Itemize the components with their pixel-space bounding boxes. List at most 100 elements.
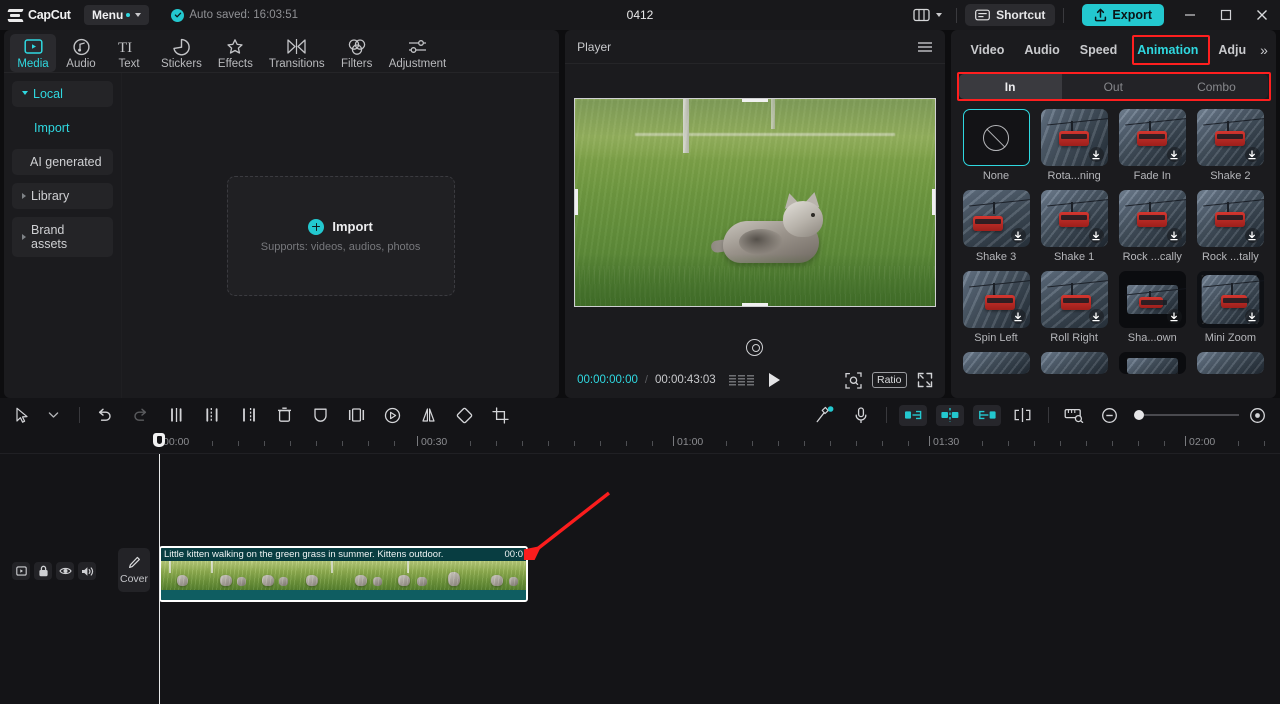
animation-item-rotate[interactable]: Rota...ning — [1040, 109, 1108, 182]
zoom-slider[interactable] — [1134, 410, 1239, 420]
select-cursor-icon[interactable] — [10, 403, 35, 428]
download-icon[interactable] — [1088, 228, 1104, 243]
segment-in[interactable]: In — [958, 74, 1062, 99]
sidebar-item-brand-assets[interactable]: Brand assets — [12, 217, 113, 257]
animation-item-rock-horizontally[interactable]: Rock ...tally — [1196, 190, 1264, 263]
zoom-in-icon[interactable] — [1245, 403, 1270, 428]
tab-stickers[interactable]: Stickers — [154, 34, 209, 72]
animation-item-roll-right[interactable]: Roll Right — [1040, 271, 1108, 344]
tab-transitions[interactable]: Transitions — [262, 34, 332, 72]
snap-center-icon[interactable] — [936, 404, 964, 426]
download-icon[interactable] — [1088, 309, 1104, 324]
rotate-shape-icon[interactable] — [452, 403, 477, 428]
animation-item-partial[interactable] — [1040, 352, 1108, 374]
animation-item-shake-1[interactable]: Shake 1 — [1040, 190, 1108, 263]
zoom-out-icon[interactable] — [1097, 403, 1122, 428]
ratio-button[interactable]: Ratio — [872, 372, 907, 388]
import-dropzone[interactable]: Import Supports: videos, audios, photos — [226, 175, 455, 296]
playhead-handle[interactable] — [153, 433, 165, 447]
animation-item-none[interactable]: None — [962, 109, 1030, 182]
animation-item-mini-zoom[interactable]: Mini Zoom — [1196, 271, 1264, 344]
animation-item-shake-2[interactable]: Shake 2 — [1196, 109, 1264, 182]
download-icon[interactable] — [1088, 147, 1104, 162]
quality-bars-icon[interactable] — [728, 374, 754, 386]
timeline-ruler[interactable]: 00:00 00:30 01:00 01:30 02:00 — [0, 432, 1280, 454]
tab-adjust[interactable]: Adju — [1208, 37, 1256, 63]
crop-handle-top[interactable] — [741, 98, 768, 102]
menu-button[interactable]: Menu — [84, 5, 150, 25]
play-icon[interactable] — [768, 373, 780, 387]
download-icon[interactable] — [1244, 147, 1260, 162]
cursor-dropdown-icon[interactable] — [41, 403, 66, 428]
download-icon[interactable] — [1166, 309, 1182, 324]
tab-audio[interactable]: Audio — [58, 34, 104, 72]
segment-combo[interactable]: Combo — [1165, 74, 1268, 99]
download-icon[interactable] — [1010, 309, 1026, 324]
keyframe-icon[interactable] — [380, 403, 405, 428]
layout-button[interactable] — [907, 4, 948, 26]
tab-effects[interactable]: Effects — [211, 34, 260, 72]
sidebar-item-ai-generated[interactable]: AI generated — [12, 149, 113, 175]
zoom-fit-icon[interactable] — [845, 371, 862, 389]
video-preview[interactable] — [573, 97, 936, 307]
microphone-icon[interactable] — [848, 403, 873, 428]
tab-text[interactable]: TI Text — [106, 34, 152, 72]
eye-icon[interactable] — [56, 562, 74, 580]
maximize-button[interactable] — [1208, 0, 1244, 30]
timeline[interactable]: 00:00 00:30 01:00 01:30 02:00 Cover Litt… — [0, 432, 1280, 704]
volume-icon[interactable] — [78, 562, 96, 580]
animation-item-rock-vertically[interactable]: Rock ...cally — [1118, 190, 1186, 263]
split-left-icon[interactable] — [164, 403, 189, 428]
split-center-icon[interactable] — [200, 403, 225, 428]
sidebar-item-library[interactable]: Library — [12, 183, 113, 209]
animation-item-partial[interactable] — [1118, 352, 1186, 374]
minimize-button[interactable] — [1172, 0, 1208, 30]
animation-item-fade-in[interactable]: Fade In — [1118, 109, 1186, 182]
download-icon[interactable] — [1010, 228, 1026, 243]
close-button[interactable] — [1244, 0, 1280, 30]
animation-item-shake-3[interactable]: Shake 3 — [962, 190, 1030, 263]
timeline-clip[interactable]: Little kitten walking on the green grass… — [159, 546, 528, 602]
tab-video[interactable]: Video — [961, 37, 1015, 63]
link-split-icon[interactable] — [1010, 403, 1035, 428]
crop-handle-right[interactable] — [931, 189, 935, 215]
delete-icon[interactable] — [272, 403, 297, 428]
rotate-handle-icon[interactable] — [746, 338, 764, 356]
crop-icon[interactable] — [488, 403, 513, 428]
zoom-slider-rail[interactable] — [1144, 414, 1239, 416]
lock-icon[interactable] — [34, 562, 52, 580]
download-icon[interactable] — [1166, 147, 1182, 162]
download-icon[interactable] — [1244, 309, 1260, 324]
crop-handle-bottom[interactable] — [741, 302, 768, 306]
snap-right-icon[interactable] — [973, 404, 1001, 426]
sidebar-item-import[interactable]: Import — [12, 115, 113, 141]
snap-left-icon[interactable] — [899, 404, 927, 426]
split-right-icon[interactable] — [236, 403, 261, 428]
mirror-icon[interactable] — [416, 403, 441, 428]
animation-item-partial[interactable] — [962, 352, 1030, 374]
tab-animation[interactable]: Animation — [1127, 37, 1208, 63]
preview-ruler-icon[interactable] — [1061, 403, 1086, 428]
zoom-slider-knob[interactable] — [1134, 410, 1144, 420]
segment-out[interactable]: Out — [1062, 74, 1165, 99]
hamburger-icon[interactable] — [917, 41, 933, 53]
export-button[interactable]: Export — [1082, 4, 1164, 26]
crop-frames-icon[interactable] — [344, 403, 369, 428]
track-toggle-icon[interactable] — [12, 562, 30, 580]
magic-wand-icon[interactable] — [812, 403, 837, 428]
tab-audio[interactable]: Audio — [1014, 37, 1069, 63]
cover-button[interactable]: Cover — [118, 548, 150, 592]
animation-item-spin-left[interactable]: Spin Left — [962, 271, 1030, 344]
timeline-body[interactable]: Cover Little kitten walking on the green… — [0, 454, 1280, 704]
tab-adjustment[interactable]: Adjustment — [382, 34, 454, 72]
download-icon[interactable] — [1244, 228, 1260, 243]
sidebar-item-local[interactable]: Local — [12, 81, 113, 107]
crop-handle-left[interactable] — [574, 189, 578, 215]
animation-item-shadow-zoom[interactable]: Sha...own — [1118, 271, 1186, 344]
download-icon[interactable] — [1166, 228, 1182, 243]
undo-icon[interactable] — [92, 403, 117, 428]
shortcut-button[interactable]: Shortcut — [965, 4, 1056, 26]
tab-filters[interactable]: Filters — [334, 34, 380, 72]
tab-media[interactable]: Media — [10, 34, 56, 72]
tab-speed[interactable]: Speed — [1070, 37, 1128, 63]
